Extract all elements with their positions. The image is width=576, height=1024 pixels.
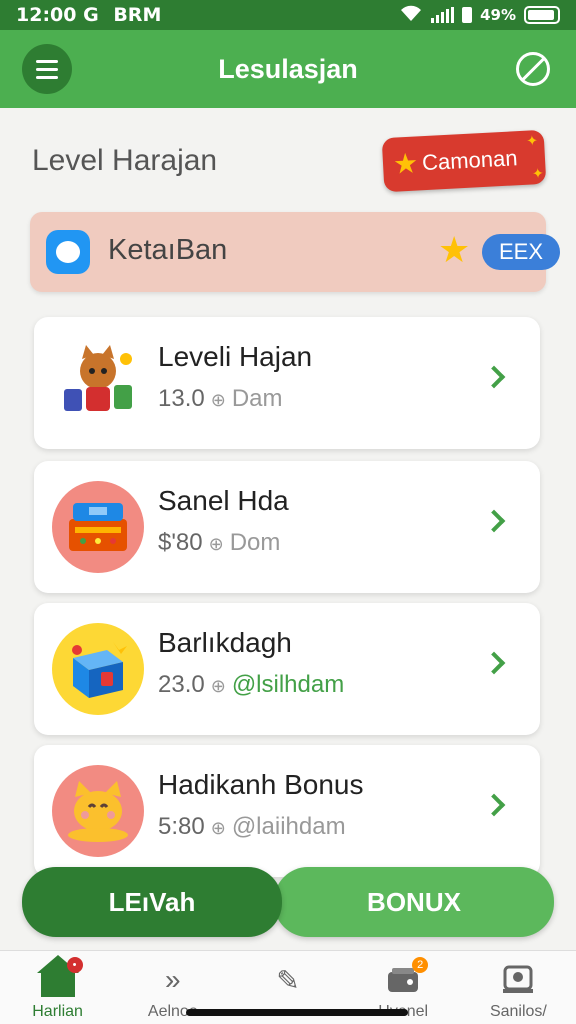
pin-icon: ✎ (276, 964, 300, 996)
menu-icon-line (36, 75, 58, 79)
menu-icon-line (36, 59, 58, 63)
home-icon: • (36, 955, 83, 997)
app-bar: Lesulasjan (0, 30, 576, 108)
card-value: 23.0 (158, 671, 205, 698)
list-item[interactable]: Leveli Hajan 13.0 ⊕ Dam (34, 317, 540, 449)
app-title: Lesulasjan (218, 53, 358, 84)
card-meta: $'80 ⊕ Dom (158, 529, 280, 557)
list-item[interactable]: Sanel Hda $'80 ⊕ Dom (34, 461, 540, 593)
list-item[interactable]: Barlıkdagh 23.0 ⊕ @lsilhdam (34, 603, 540, 735)
chevron-right-icon[interactable] (482, 793, 506, 817)
forward-icon: » (165, 964, 181, 995)
campaign-label: Camonan (421, 145, 519, 176)
banner-pill-button[interactable]: EEX (482, 234, 560, 270)
sparkle-icon: ✦ (525, 132, 539, 149)
page-title: Level Harajan (32, 144, 218, 177)
sparkle-icon: ✦ (531, 164, 545, 182)
card-title: Barlıkdagh (158, 627, 292, 658)
profile-icon (499, 963, 537, 997)
card-value: $'80 (158, 529, 203, 556)
chat-bubble-icon (46, 230, 90, 274)
sim-icon (462, 7, 473, 23)
status-time: 12:00 G (16, 4, 99, 26)
status-icons: 49% (399, 4, 560, 26)
status-time-group: 12:00 G BRM (16, 4, 161, 26)
battery-icon (524, 6, 560, 24)
card-title: Sanel Hda (158, 485, 289, 516)
treasure-chest-icon (52, 481, 144, 573)
block-icon[interactable] (516, 52, 550, 86)
wifi-icon (399, 4, 423, 26)
star-icon: ★ (392, 147, 419, 180)
card-sub: Dom (229, 529, 281, 556)
nav-item-home[interactable]: • Harlian (0, 951, 115, 1024)
card-meta: 5:80 ⊕ @laiihdam (158, 813, 346, 841)
status-carrier: BRM (113, 4, 162, 26)
list-item[interactable]: Hadikanh Bonus 5:80 ⊕ @laiihdam (34, 745, 540, 877)
separator-icon: ⊕ (210, 676, 226, 696)
menu-button[interactable] (22, 44, 72, 94)
chevron-right-icon[interactable] (482, 509, 506, 533)
bonus-button[interactable]: BONUX (274, 867, 554, 937)
banner-label: KetaıBan (108, 234, 228, 266)
gift-box-icon (52, 623, 144, 715)
separator-icon: ⊕ (208, 534, 224, 554)
status-bar: 12:00 G BRM 49% (0, 0, 576, 30)
card-sub: Dam (231, 385, 283, 412)
card-value: 5:80 (158, 813, 205, 840)
signal-icon (431, 7, 455, 23)
nav-label: Sanilos/ (489, 1003, 547, 1020)
nav-label: Harlian (32, 1003, 83, 1020)
battery-percent: 49% (480, 6, 516, 24)
card-title: Hadikanh Bonus (158, 769, 364, 800)
nav-item-profile[interactable]: Sanilos/ (461, 951, 576, 1024)
cat-character-icon (52, 337, 144, 429)
chevron-right-icon[interactable] (482, 365, 506, 389)
notification-badge: • (66, 957, 83, 973)
card-value: 13.0 (158, 385, 205, 412)
card-meta: 23.0 ⊕ @lsilhdam (158, 671, 344, 699)
chevron-right-icon[interactable] (482, 651, 506, 675)
menu-icon-line (36, 67, 58, 71)
separator-icon: ⊕ (210, 818, 226, 838)
notification-badge: 2 (412, 957, 429, 973)
promo-banner[interactable]: KetaıBan ★ EEX (30, 212, 560, 292)
home-indicator (186, 1009, 408, 1016)
level-button[interactable]: LEıVah (22, 867, 282, 937)
cat-face-icon (52, 765, 144, 857)
separator-icon: ⊕ (210, 390, 226, 410)
card-sub: @laiihdam (231, 813, 346, 840)
card-meta: 13.0 ⊕ Dam (158, 385, 282, 413)
card-sub: @lsilhdam (231, 671, 345, 698)
wallet-icon: 2 (384, 957, 429, 997)
card-title: Leveli Hajan (158, 341, 313, 372)
star-icon: ★ (438, 229, 471, 270)
campaign-badge[interactable]: ★ Camonan ✦ ✦ (381, 129, 547, 193)
